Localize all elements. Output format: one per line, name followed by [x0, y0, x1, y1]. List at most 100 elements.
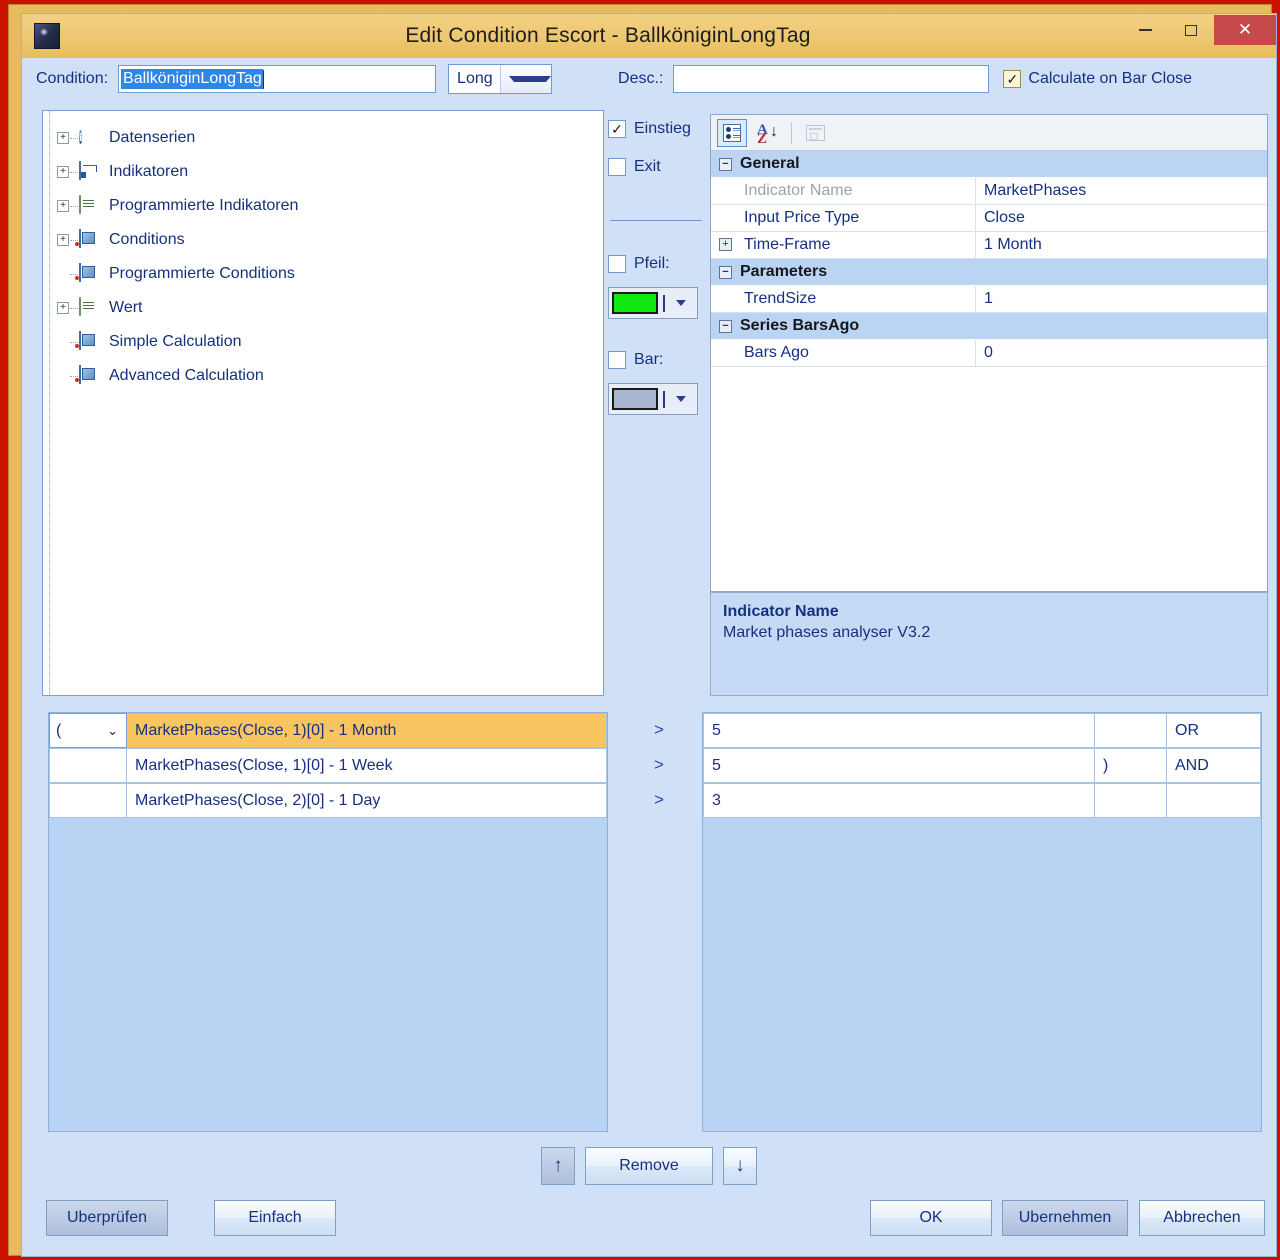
logic-operator-cell[interactable]: AND — [1167, 748, 1261, 783]
expander-plus-icon[interactable]: + — [57, 200, 69, 212]
expression-cell[interactable]: MarketPhases(Close, 1)[0] - 1 Week — [127, 748, 607, 783]
chevron-down-icon[interactable] — [669, 291, 693, 315]
table-row[interactable]: MarketPhases(Close, 1)[0] - 1 Week — [49, 748, 607, 783]
condition-name-value: BallköniginLongTag — [121, 69, 263, 89]
close-paren-cell[interactable] — [1095, 713, 1167, 748]
value-cell[interactable]: 5 — [703, 748, 1095, 783]
alphabetical-sort-button[interactable]: A Z ↓ — [753, 119, 783, 147]
property-row-bars-ago[interactable]: Bars Ago 0 — [711, 340, 1267, 367]
cancel-button[interactable]: Abbrechen — [1139, 1200, 1265, 1236]
property-category-series-barsago[interactable]: − Series BarsAgo — [711, 313, 1267, 340]
table-row[interactable]: 3 — [703, 783, 1261, 818]
table-row[interactable]: 5 OR — [703, 713, 1261, 748]
move-up-button[interactable]: ↑ — [541, 1147, 575, 1185]
move-down-button[interactable]: ↓ — [723, 1147, 757, 1185]
expander-plus-icon[interactable]: + — [57, 132, 69, 144]
expander-plus-icon[interactable]: + — [719, 238, 732, 251]
ok-button[interactable]: OK — [870, 1200, 992, 1236]
tree-item-label: Advanced Calculation — [109, 367, 264, 384]
tree-item-advanced-calculation[interactable]: Advanced Calculation — [57, 359, 603, 393]
logic-operator-cell[interactable]: OR — [1167, 713, 1261, 748]
categorized-view-button[interactable] — [717, 118, 747, 147]
condition-expression-grid[interactable]: ( ⌄ MarketPhases(Close, 1)[0] - 1 Month … — [48, 712, 608, 1132]
chevron-down-icon[interactable]: ⌄ — [107, 723, 126, 739]
table-row[interactable]: 5 ) AND — [703, 748, 1261, 783]
property-value[interactable]: 0 — [976, 340, 1267, 366]
open-paren-select[interactable] — [49, 783, 127, 818]
collapse-icon[interactable]: − — [719, 319, 732, 333]
tree-item-datenserien[interactable]: + i Datenserien — [57, 121, 603, 155]
chevron-down-icon[interactable] — [499, 65, 552, 93]
tree-item-programmierte-conditions[interactable]: Programmierte Conditions — [57, 257, 603, 291]
property-value[interactable]: Close — [976, 205, 1267, 231]
property-row-input-price-type[interactable]: Input Price Type Close — [711, 205, 1267, 232]
apply-button[interactable]: Ubernehmen — [1002, 1200, 1128, 1236]
property-row-time-frame[interactable]: + Time-Frame 1 Month — [711, 232, 1267, 259]
einstieg-row[interactable]: ✓ Einstieg — [608, 114, 704, 144]
collapse-icon[interactable]: − — [719, 157, 732, 171]
operator-cell[interactable]: > — [622, 747, 696, 782]
property-pages-button[interactable] — [800, 119, 830, 147]
property-category-general[interactable]: − General — [711, 151, 1267, 178]
table-row[interactable]: ( ⌄ MarketPhases(Close, 1)[0] - 1 Month — [49, 713, 607, 748]
expander-plus-icon[interactable]: + — [57, 302, 69, 314]
value-cell[interactable]: 5 — [703, 713, 1095, 748]
property-grid[interactable]: A Z ↓ − General Indicator Name MarketPhase… — [710, 114, 1268, 592]
bar-checkbox[interactable] — [608, 351, 626, 369]
maximize-button[interactable] — [1168, 15, 1214, 45]
tree-item-indikatoren[interactable]: + Indikatoren — [57, 155, 603, 189]
pfeil-checkbox[interactable] — [608, 255, 626, 273]
property-value[interactable]: 1 Month — [976, 232, 1267, 258]
exit-row[interactable]: Exit — [608, 152, 704, 182]
minimize-button[interactable] — [1122, 15, 1168, 45]
simple-mode-button[interactable]: Einfach — [214, 1200, 336, 1236]
tree-item-wert[interactable]: + Wert — [57, 291, 603, 325]
operator-cell[interactable]: > — [622, 712, 696, 747]
tree-item-label: Conditions — [109, 231, 185, 248]
operator-cell[interactable]: > — [622, 782, 696, 817]
pfeil-color-swatch[interactable] — [612, 292, 658, 314]
value-cell[interactable]: 3 — [703, 783, 1095, 818]
tree-item-conditions[interactable]: + Conditions — [57, 223, 603, 257]
property-category-parameters[interactable]: − Parameters — [711, 259, 1267, 286]
collapse-icon[interactable]: − — [719, 265, 732, 279]
property-rows: − General Indicator Name MarketPhases In… — [711, 151, 1267, 367]
tree-item-label: Indikatoren — [109, 163, 189, 180]
calculate-on-bar-close-row[interactable]: ✓ Calculate on Bar Close — [1003, 70, 1192, 88]
close-paren-cell[interactable]: ) — [1095, 748, 1167, 783]
source-tree[interactable]: + i Datenserien + Indikatoren + Programm… — [42, 110, 604, 696]
open-paren-select[interactable] — [49, 748, 127, 783]
bar-color-swatch[interactable] — [612, 388, 658, 410]
bar-row[interactable]: Bar: — [608, 345, 704, 375]
open-paren-select[interactable]: ( ⌄ — [49, 713, 127, 748]
bar-color-picker[interactable] — [608, 383, 698, 415]
exit-checkbox[interactable] — [608, 158, 626, 176]
close-button[interactable]: ✕ — [1214, 15, 1276, 45]
logic-operator-cell[interactable] — [1167, 783, 1261, 818]
description-label: Desc.: — [618, 70, 664, 87]
expression-cell[interactable]: MarketPhases(Close, 1)[0] - 1 Month — [127, 713, 607, 748]
expression-cell[interactable]: MarketPhases(Close, 2)[0] - 1 Day — [127, 783, 607, 818]
pfeil-color-picker[interactable] — [608, 287, 698, 319]
expander-plus-icon[interactable]: + — [57, 234, 69, 246]
tree-item-simple-calculation[interactable]: Simple Calculation — [57, 325, 603, 359]
close-paren-cell[interactable] — [1095, 783, 1167, 818]
verify-button[interactable]: Uberprüfen — [46, 1200, 168, 1236]
property-row-indicator-name[interactable]: Indicator Name MarketPhases — [711, 178, 1267, 205]
calculate-on-bar-close-label: Calculate on Bar Close — [1028, 70, 1193, 87]
tree-item-programmierte-indikatoren[interactable]: + Programmierte Indikatoren — [57, 189, 603, 223]
expander-plus-icon[interactable]: + — [57, 166, 69, 178]
condition-name-input[interactable]: BallköniginLongTag — [118, 65, 437, 93]
pfeil-row[interactable]: Pfeil: — [608, 249, 704, 279]
property-value[interactable]: 1 — [976, 286, 1267, 312]
calculate-on-bar-close-checkbox[interactable]: ✓ — [1003, 70, 1022, 88]
einstieg-checkbox[interactable]: ✓ — [608, 120, 626, 138]
property-value[interactable]: MarketPhases — [976, 178, 1267, 204]
remove-button[interactable]: Remove — [585, 1147, 713, 1185]
description-input[interactable] — [673, 65, 990, 93]
condition-value-grid[interactable]: 5 OR 5 ) AND 3 — [702, 712, 1262, 1132]
property-row-trendsize[interactable]: TrendSize 1 — [711, 286, 1267, 313]
table-row[interactable]: MarketPhases(Close, 2)[0] - 1 Day — [49, 783, 607, 818]
chevron-down-icon[interactable] — [669, 387, 693, 411]
direction-select[interactable]: Long — [448, 64, 553, 94]
